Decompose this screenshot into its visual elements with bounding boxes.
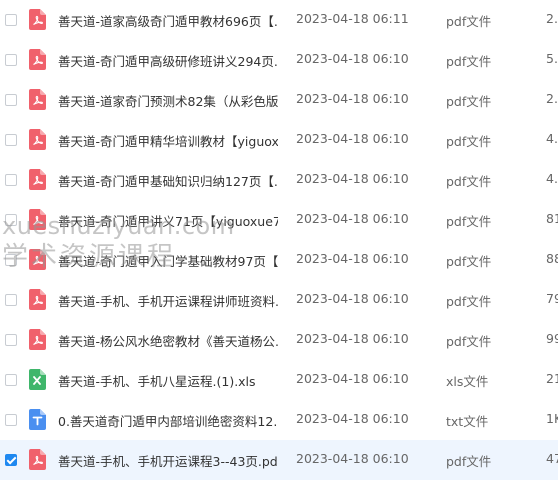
file-type: pdf文件 — [446, 54, 492, 69]
pdf-icon — [29, 249, 46, 270]
file-size: 88 — [546, 251, 558, 266]
row-checkbox[interactable] — [5, 414, 17, 426]
file-row[interactable]: 善天道-奇门遁甲高级研修班讲义294页... 2023-04-18 06:10 pd… — [0, 40, 558, 80]
pdf-icon — [29, 129, 46, 150]
file-size: 21 — [546, 371, 558, 386]
row-checkbox[interactable] — [5, 94, 17, 106]
file-name[interactable]: 善天道-手机、手机八星运程.(1).xls — [58, 371, 278, 390]
file-name[interactable]: 善天道-奇门遁甲高级研修班讲义294页... — [58, 51, 278, 70]
file-row[interactable]: 善天道-奇门遁甲入门学基础教材97页【yi... 2023-04-18 06:10… — [0, 240, 558, 280]
file-name[interactable]: 善天道-奇门遁甲基础知识归纳127页【... — [58, 171, 278, 190]
file-size: 4.9 — [546, 131, 558, 146]
pdf-icon — [29, 329, 46, 350]
file-date: 2023-04-18 06:10 — [296, 131, 409, 146]
file-type: pdf文件 — [446, 294, 492, 309]
pdf-icon — [29, 89, 46, 110]
file-date: 2023-04-18 06:10 — [296, 371, 409, 386]
file-name[interactable]: 善天道-奇门遁甲精华培训教材【yiguox... — [58, 131, 278, 150]
file-list: 善天道-道家高级奇门遁甲教材696页【... 2023-04-18 06:11 pd… — [0, 0, 558, 480]
file-date: 2023-04-18 06:10 — [296, 291, 409, 306]
file-row[interactable]: 善天道-手机、手机开运课程3--43页.pdf 2023-04-18 06:10 p… — [0, 440, 558, 480]
file-size: 79 — [546, 291, 558, 306]
row-checkbox[interactable] — [5, 454, 17, 466]
file-name[interactable]: 善天道-手机、手机开运课程讲师班资料... — [58, 291, 278, 310]
file-row[interactable]: 善天道-奇门遁甲基础知识归纳127页【... 2023-04-18 06:10 pd… — [0, 160, 558, 200]
file-size: 99 — [546, 331, 558, 346]
file-name[interactable]: 善天道-道家奇门预测术82集（从彩色版... — [58, 91, 278, 110]
file-row[interactable]: 善天道-道家高级奇门遁甲教材696页【... 2023-04-18 06:11 pd… — [0, 0, 558, 40]
file-date: 2023-04-18 06:10 — [296, 51, 409, 66]
row-checkbox[interactable] — [5, 54, 17, 66]
row-checkbox[interactable] — [5, 254, 17, 266]
row-checkbox[interactable] — [5, 334, 17, 346]
file-date: 2023-04-18 06:10 — [296, 411, 409, 426]
file-size: 2... — [546, 11, 558, 26]
txt-icon — [29, 409, 46, 430]
file-row[interactable]: 善天道-奇门遁甲精华培训教材【yiguox... 2023-04-18 06:10… — [0, 120, 558, 160]
file-type: txt文件 — [446, 414, 489, 429]
file-size: 2. — [546, 91, 558, 106]
file-date: 2023-04-18 06:10 — [296, 171, 409, 186]
file-name[interactable]: 善天道-奇门遁甲讲义71页【yiguoxue7... — [58, 211, 278, 230]
file-row[interactable]: 善天道-手机、手机开运课程讲师班资料... 2023-04-18 06:10 pdf… — [0, 280, 558, 320]
file-name[interactable]: 善天道-杨公风水绝密教材《善天道杨公... — [58, 331, 278, 350]
file-size: 47 — [546, 451, 558, 466]
file-row[interactable]: 善天道-道家奇门预测术82集（从彩色版... 2023-04-18 06:10 pd… — [0, 80, 558, 120]
file-date: 2023-04-18 06:10 — [296, 251, 409, 266]
pdf-icon — [29, 169, 46, 190]
file-row[interactable]: 善天道-奇门遁甲讲义71页【yiguoxue7... 2023-04-18 06:… — [0, 200, 558, 240]
file-size: 1K — [546, 411, 558, 426]
file-size: 81 — [546, 211, 558, 226]
pdf-icon — [29, 49, 46, 70]
file-type: pdf文件 — [446, 174, 492, 189]
file-date: 2023-04-18 06:10 — [296, 211, 409, 226]
row-checkbox[interactable] — [5, 134, 17, 146]
pdf-icon — [29, 289, 46, 310]
pdf-icon — [29, 9, 46, 30]
file-type: pdf文件 — [446, 454, 492, 469]
file-type: xls文件 — [446, 374, 489, 389]
file-date: 2023-04-18 06:11 — [296, 11, 409, 26]
pdf-icon — [29, 209, 46, 230]
file-date: 2023-04-18 06:10 — [296, 331, 409, 346]
file-type: pdf文件 — [446, 14, 492, 29]
row-checkbox[interactable] — [5, 374, 17, 386]
file-type: pdf文件 — [446, 254, 492, 269]
file-row[interactable]: 0.善天道奇门遁甲内部培训绝密资料12... 2023-04-18 06:10 tx… — [0, 400, 558, 440]
file-date: 2023-04-18 06:10 — [296, 91, 409, 106]
file-size: 5... — [546, 51, 558, 66]
pdf-icon — [29, 449, 46, 470]
file-type: pdf文件 — [446, 94, 492, 109]
row-checkbox[interactable] — [5, 294, 17, 306]
file-row[interactable]: 善天道-杨公风水绝密教材《善天道杨公... 2023-04-18 06:10 pdf… — [0, 320, 558, 360]
row-checkbox[interactable] — [5, 174, 17, 186]
file-row[interactable]: 善天道-手机、手机八星运程.(1).xls 2023-04-18 06:10 xls… — [0, 360, 558, 400]
file-size: 4.7 — [546, 171, 558, 186]
file-date: 2023-04-18 06:10 — [296, 451, 409, 466]
row-checkbox[interactable] — [5, 14, 17, 26]
file-name[interactable]: 善天道-奇门遁甲入门学基础教材97页【yi... — [58, 251, 278, 270]
file-name[interactable]: 善天道-道家高级奇门遁甲教材696页【... — [58, 11, 278, 30]
file-name[interactable]: 0.善天道奇门遁甲内部培训绝密资料12... — [58, 411, 278, 430]
file-type: pdf文件 — [446, 134, 492, 149]
file-type: pdf文件 — [446, 334, 492, 349]
file-name[interactable]: 善天道-手机、手机开运课程3--43页.pdf — [58, 451, 278, 470]
xls-icon — [29, 369, 46, 390]
row-checkbox[interactable] — [5, 214, 17, 226]
file-type: pdf文件 — [446, 214, 492, 229]
